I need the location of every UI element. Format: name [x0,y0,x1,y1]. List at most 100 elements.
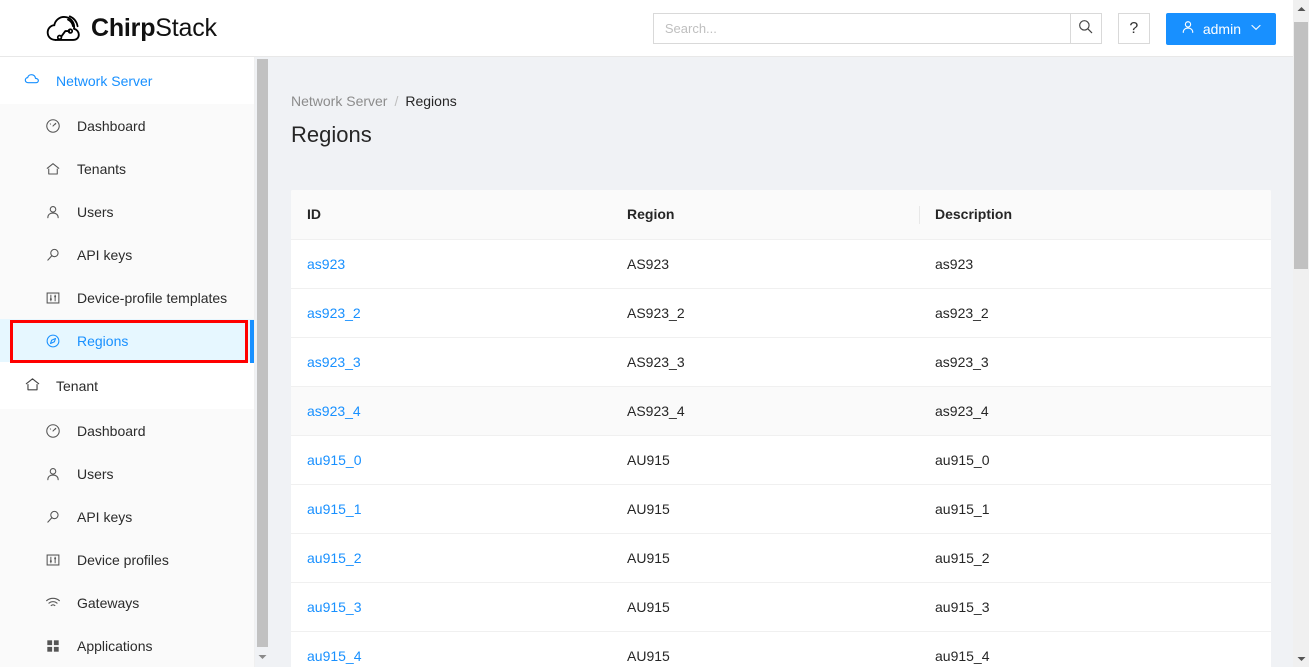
sidebar-item-regions[interactable]: Regions [0,319,254,362]
table-row[interactable]: au915_0 AU915 au915_0 [291,435,1271,484]
account-menu-button[interactable]: admin [1166,13,1276,45]
brand-name-light: Stack [155,14,217,42]
sidebar-item-dashboard[interactable]: Dashboard [0,104,254,147]
window-scroll-down-arrow[interactable] [1293,650,1309,667]
region-link[interactable]: au915_3 [307,599,362,615]
cell-description: au915_4 [919,631,1271,667]
cell-id: as923 [291,239,611,288]
sidebar-item-device-profile-templates[interactable]: Device-profile templates [0,276,254,319]
triangle-up-icon [1297,6,1306,12]
region-link[interactable]: au915_4 [307,648,362,664]
sidebar-item-label: Dashboard [77,423,146,439]
triangle-down-icon [258,654,267,660]
region-link[interactable]: as923_2 [307,305,361,321]
sidebar[interactable]: Network Server Dashboard [0,57,255,667]
sidebar-item-label: Regions [77,333,128,349]
sidebar-item-tenant-api-keys[interactable]: API keys [0,495,254,538]
sliders-box-icon [45,290,61,306]
cell-region: AU915 [611,582,919,631]
sliders-box-icon [45,552,61,568]
window-scroll-up-arrow[interactable] [1293,0,1309,17]
sidebar-item-tenant-users[interactable]: Users [0,452,254,495]
cell-description: as923_2 [919,288,1271,337]
app-header: ChirpStack ? [0,0,1293,57]
page-title: Regions [291,122,1293,148]
column-header-id[interactable]: ID [291,190,611,239]
app-root: ChirpStack ? [0,0,1309,667]
column-header-region[interactable]: Region [611,190,919,239]
breadcrumb-parent[interactable]: Network Server [291,93,387,109]
sidebar-item-applications[interactable]: Applications [0,624,254,667]
cell-description: au915_3 [919,582,1271,631]
home-icon [24,376,41,396]
table-header-row: ID Region Description [291,190,1271,239]
question-mark-icon: ? [1129,20,1138,38]
account-label: admin [1203,21,1241,37]
table-header: ID Region Description [291,190,1271,239]
sidebar-item-users[interactable]: Users [0,190,254,233]
region-link[interactable]: au915_0 [307,452,362,468]
regions-table-card: ID Region Description as923 AS923 as923 … [291,190,1271,667]
brand-logo[interactable]: ChirpStack [46,13,217,43]
sidebar-item-label: Tenants [77,161,126,177]
search-icon [1078,19,1093,39]
table-row[interactable]: as923_3 AS923_3 as923_3 [291,337,1271,386]
sidebar-item-label: Dashboard [77,118,146,134]
region-link[interactable]: as923 [307,256,345,272]
key-icon [45,247,61,263]
search-box [653,13,1102,44]
key-icon [45,509,61,525]
grid-icon [45,638,61,654]
cell-region: AS923_3 [611,337,919,386]
sidebar-item-label: Device profiles [77,552,169,568]
sidebar-item-gateways[interactable]: Gateways [0,581,254,624]
user-icon [1181,20,1195,37]
breadcrumb-separator: / [394,93,398,109]
column-header-description[interactable]: Description [919,190,1271,239]
region-link[interactable]: as923_4 [307,403,361,419]
cell-description: as923_3 [919,337,1271,386]
table-row[interactable]: as923_2 AS923_2 as923_2 [291,288,1271,337]
breadcrumb-current: Regions [405,93,456,109]
brand-name: ChirpStack [91,14,217,43]
window-scrollbar-thumb[interactable] [1294,22,1308,269]
table-row[interactable]: au915_4 AU915 au915_4 [291,631,1271,667]
search-input[interactable] [653,13,1070,44]
cell-description: au915_1 [919,484,1271,533]
sidebar-item-api-keys[interactable]: API keys [0,233,254,276]
cell-region: AU915 [611,533,919,582]
breadcrumb: Network Server / Regions [291,93,1293,109]
table-row[interactable]: as923 AS923 as923 [291,239,1271,288]
window-scrollbar[interactable] [1293,0,1309,667]
cell-region: AU915 [611,435,919,484]
sidebar-scrollbar-thumb[interactable] [257,59,268,647]
table-row[interactable]: au915_1 AU915 au915_1 [291,484,1271,533]
table-row[interactable]: as923_4 AS923_4 as923_4 [291,386,1271,435]
region-link[interactable]: as923_3 [307,354,361,370]
cell-id: as923_2 [291,288,611,337]
table-row[interactable]: au915_2 AU915 au915_2 [291,533,1271,582]
sidebar-item-tenants[interactable]: Tenants [0,147,254,190]
sidebar-item-tenant-dashboard[interactable]: Dashboard [0,409,254,452]
sidebar-item-device-profiles[interactable]: Device profiles [0,538,254,581]
search-button[interactable] [1070,13,1102,44]
user-icon [45,204,61,220]
wifi-icon [45,595,61,611]
help-button[interactable]: ? [1118,13,1150,44]
sidebar-group-tenant[interactable]: Tenant [0,362,254,409]
table-row[interactable]: au915_3 AU915 au915_3 [291,582,1271,631]
cell-id: au915_4 [291,631,611,667]
sidebar-scroll-down-arrow[interactable] [257,650,268,663]
table-body: as923 AS923 as923 as923_2 AS923_2 as923_… [291,239,1271,667]
cell-description: as923 [919,239,1271,288]
sidebar-item-label: Users [77,204,114,220]
main-content: Network Server / Regions Regions ID Regi… [270,57,1293,667]
region-link[interactable]: au915_1 [307,501,362,517]
cell-region: AS923_4 [611,386,919,435]
region-link[interactable]: au915_2 [307,550,362,566]
sidebar-item-label: Users [77,466,114,482]
sidebar-items-tenant: Dashboard Users API ke [0,409,254,667]
sidebar-group-network-server[interactable]: Network Server [0,57,254,104]
cell-id: au915_3 [291,582,611,631]
home-icon [45,161,61,177]
